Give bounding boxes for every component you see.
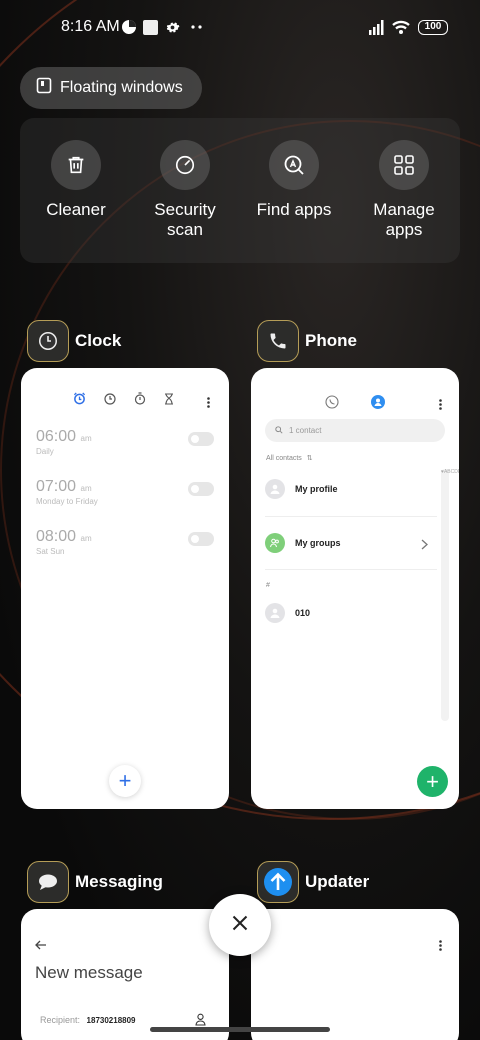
my-profile-row[interactable]: My profile [265, 479, 338, 499]
messaging-app-card[interactable]: New message Recipient: 18730218809 [21, 909, 229, 1040]
security-scan-label: Security scan [154, 200, 216, 239]
notification-app-icon [143, 18, 158, 36]
contact-row[interactable]: 010 [265, 603, 310, 623]
add-contact-button[interactable]: + [417, 766, 448, 797]
alarm-time: 06:00 [36, 428, 77, 445]
alarm-item[interactable]: 06:00 am Daily [36, 428, 214, 456]
contact-search-input[interactable]: 1 contact [265, 419, 445, 442]
sort-arrows-icon: ⇅ [306, 455, 313, 462]
clock-tabs [73, 392, 174, 410]
search-placeholder: 1 contact [289, 426, 322, 435]
section-header: # [266, 582, 270, 589]
alarm-toggle[interactable] [188, 532, 214, 546]
messaging-app-header[interactable]: Messaging [27, 861, 163, 903]
grid-icon [379, 140, 429, 190]
add-alarm-button[interactable]: + [109, 765, 141, 797]
search-icon [275, 425, 283, 436]
alarm-ampm: am [80, 434, 92, 443]
recipient-value: 18730218809 [86, 1016, 136, 1025]
cleaner-button[interactable]: Cleaner [21, 140, 131, 220]
alarm-time: 08:00 [36, 528, 77, 545]
shield-scan-icon [160, 140, 210, 190]
alarm-repeat: Monday to Friday [36, 497, 98, 506]
search-apps-icon [269, 140, 319, 190]
updater-app-card[interactable] [251, 909, 459, 1040]
phone-app-name: Phone [305, 331, 357, 350]
alarm-ampm: am [80, 484, 92, 493]
contact-name: 010 [295, 608, 311, 618]
clock-app-card[interactable]: 06:00 am Daily 07:00 am Monday to Friday… [21, 368, 229, 809]
recipient-label: Recipient: [40, 1015, 81, 1025]
alarm-toggle[interactable] [188, 432, 214, 446]
filter-label: All contacts [266, 455, 302, 462]
settings-gear-icon [165, 18, 180, 36]
updater-app-header[interactable]: Updater [257, 861, 369, 903]
manage-apps-label: Manage apps [373, 200, 435, 239]
messaging-app-icon [27, 861, 69, 903]
close-all-button[interactable] [209, 894, 271, 956]
clock-app-header[interactable]: Clock [27, 320, 121, 362]
signal-icon [369, 18, 385, 36]
alarm-time: 07:00 [36, 478, 77, 495]
status-time: 8:16 AM [61, 18, 120, 35]
clock-app-icon [27, 320, 69, 362]
alarm-repeat: Daily [36, 447, 54, 456]
phone-app-icon [257, 320, 299, 362]
contact-avatar-icon [265, 603, 285, 623]
profile-avatar-icon [265, 479, 285, 499]
cleaner-label: Cleaner [46, 200, 106, 219]
all-contacts-filter[interactable]: All contacts ⇅ [266, 454, 313, 462]
more-options-icon[interactable] [439, 397, 442, 415]
more-options-icon[interactable] [207, 395, 210, 413]
groups-icon [265, 533, 285, 553]
find-apps-button[interactable]: Find apps [239, 140, 349, 220]
home-gesture-bar[interactable] [150, 1027, 330, 1032]
phone-app-card[interactable]: 1 contact All contacts ⇅ My profile My g… [251, 368, 459, 809]
find-apps-label: Find apps [256, 200, 332, 219]
messaging-app-name: Messaging [75, 872, 163, 891]
divider [265, 516, 437, 517]
trash-icon [51, 140, 101, 190]
floating-windows-button[interactable]: Floating windows [20, 67, 202, 109]
updater-app-name: Updater [305, 872, 370, 891]
battery-indicator: 100 [418, 20, 448, 35]
call-log-tab-icon[interactable] [325, 395, 339, 414]
timer-tab-icon[interactable] [164, 392, 174, 410]
my-groups-label: My groups [295, 538, 341, 548]
back-arrow-icon[interactable] [35, 937, 47, 955]
data-saver-icon [121, 18, 137, 36]
alarm-ampm: am [80, 534, 92, 543]
alphabet-index-scrollbar[interactable]: ♥ABCDEFGHIJKLMNOPQRSTUVWXYZ# [441, 469, 459, 721]
divider [265, 569, 437, 570]
more-dots-icon [190, 18, 204, 36]
manage-apps-button[interactable]: Manage apps [349, 140, 459, 240]
more-options-icon[interactable] [439, 938, 442, 956]
new-message-title: New message [35, 963, 143, 982]
wifi-icon [391, 18, 411, 36]
alarm-repeat: Sat Sun [36, 547, 65, 556]
status-bar: 8:16 AM 100 [0, 0, 480, 56]
close-icon [232, 915, 248, 936]
updater-app-icon [257, 861, 299, 903]
my-groups-row[interactable]: My groups [265, 533, 341, 553]
recipient-field[interactable]: Recipient: 18730218809 [40, 1015, 136, 1025]
stopwatch-tab-icon[interactable] [134, 392, 146, 410]
alarm-item[interactable]: 08:00 am Sat Sun [36, 528, 214, 556]
chevron-right-icon [421, 537, 428, 555]
floating-windows-label: Floating windows [60, 79, 183, 96]
alarm-toggle[interactable] [188, 482, 214, 496]
contacts-tab-icon[interactable] [371, 395, 385, 414]
alarm-item[interactable]: 07:00 am Monday to Friday [36, 478, 214, 506]
alarm-tab-icon[interactable] [73, 392, 86, 410]
floating-window-icon [36, 77, 52, 99]
my-profile-label: My profile [295, 484, 338, 494]
phone-app-header[interactable]: Phone [257, 320, 357, 362]
clock-app-name: Clock [75, 331, 122, 350]
security-scan-button[interactable]: Security scan [130, 140, 240, 240]
quick-actions-panel: Cleaner Security scan Find apps Manage a… [20, 118, 460, 263]
world-clock-tab-icon[interactable] [104, 392, 116, 410]
